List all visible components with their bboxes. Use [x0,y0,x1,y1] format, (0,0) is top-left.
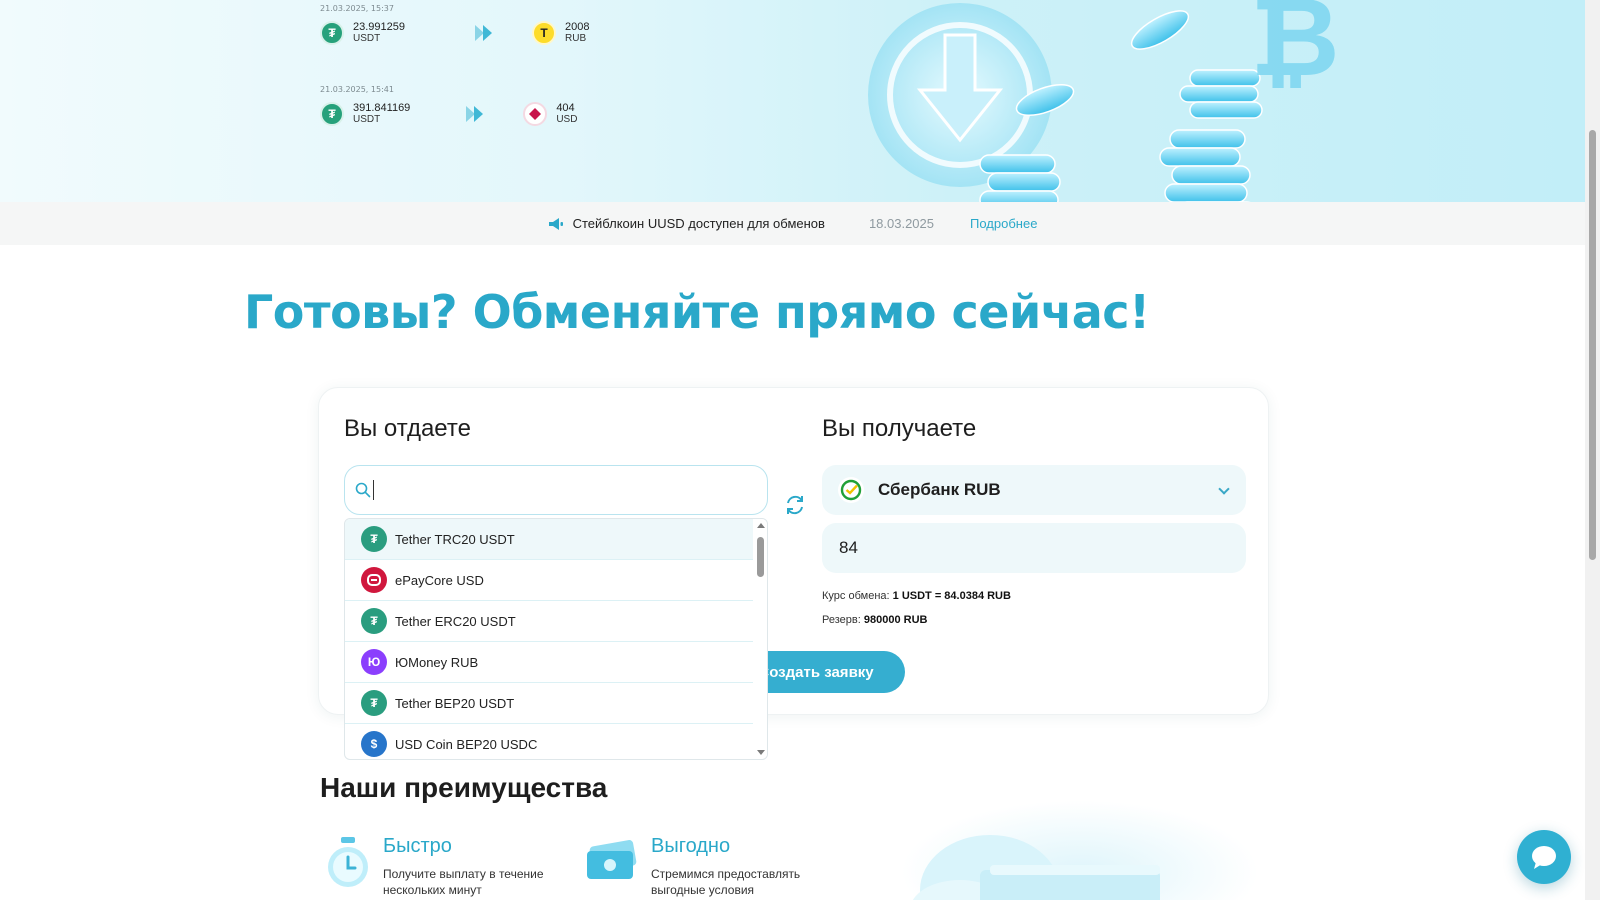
tether-icon: ₮ [320,102,344,126]
advantage-description: Стремимся предоставлять выгодные условия [651,867,801,897]
news-more-link[interactable]: Подробнее [970,216,1037,231]
chat-button[interactable] [1517,830,1571,884]
reserve: Резерв: 980000 RUB [822,614,927,626]
currency-option-label: ePayCore USD [395,572,484,588]
recent-transaction: 21.03.2025, 15:37 ₮ 23.991259 USDT T 200… [320,4,589,45]
currency-option-label: Tether TRC20 USDT [395,531,515,547]
exchange-rate: Курс обмена: 1 USDT = 84.0384 RUB [822,590,1011,602]
currency-search-field[interactable] [344,465,768,515]
reserve-value: 980000 RUB [863,614,928,626]
page-scrollbar[interactable] [1585,0,1600,900]
give-title: Вы отдаете [344,415,471,442]
text-caret [373,480,374,500]
epaycore-icon [361,567,387,593]
svg-text:₿: ₿ [1250,0,1340,101]
rate-value: 1 USDT = 84.0384 RUB [892,590,1011,602]
megaphone-icon [548,217,563,230]
scroll-thumb[interactable] [757,537,764,577]
tether-icon: ₮ [320,21,344,45]
receive-method-label: Сбербанк RUB [878,480,1001,499]
advantage-name: Быстро [383,835,452,857]
to-amount: 404 [556,102,575,114]
tether-icon: ₮ [361,608,387,634]
scroll-up-icon[interactable] [757,523,765,528]
currency-option[interactable]: ₮ Tether TRC20 USDT [345,519,755,560]
page-scroll-thumb[interactable] [1589,130,1596,560]
exchange-form: Вы отдаете Вы получаете ₮ Tether TRC20 U… [318,387,1269,760]
sberbank-icon [838,477,864,503]
news-text: Стейблкоин UUSD доступен для обменов [572,216,825,231]
arrow-right-icon [466,105,488,123]
to-currency: USD [556,114,578,125]
coins-illustration: ₿ [868,0,1340,202]
arrow-right-icon [475,24,497,42]
from-amount: 391.841169 [353,102,411,114]
currency-option[interactable]: ₮ Tether BEP20 USDT [345,683,755,724]
tether-icon: ₮ [361,526,387,552]
currency-option[interactable]: ePayCore USD [345,560,755,601]
currency-option[interactable]: ₮ Tether ERC20 USDT [345,601,755,642]
advantage-item: Выгодно Стремимся предоставлять выгодные… [583,835,826,898]
page-headline: Готовы? Обменяйте прямо сейчас! [244,285,1150,339]
currency-option[interactable]: $ USD Coin BEP20 USDC [345,724,755,759]
news-bar: Стейблкоин UUSD доступен для обменов 18.… [0,202,1585,245]
chat-bubble-icon [1532,846,1556,869]
to-currency: RUB [565,33,587,44]
reserve-label: Резерв: [822,614,861,626]
transaction-date: 21.03.2025, 15:41 [320,85,394,94]
receive-method-select[interactable]: Сбербанк RUB [822,465,1246,515]
currency-option-label: Tether ERC20 USDT [395,613,516,629]
currency-search-input[interactable] [380,481,760,499]
get-title: Вы получаете [822,415,977,442]
scroll-down-icon[interactable] [757,750,765,755]
hero-banner: 21.03.2025, 15:37 ₮ 23.991259 USDT T 200… [0,0,1585,202]
cloud-illustration [900,800,1260,900]
rate-label: Курс обмена: [822,590,890,602]
chevron-down-icon [1218,483,1230,495]
advantages-title: Наши преимущества [320,772,608,803]
currency-option-label: Tether BEP20 USDT [395,695,515,711]
from-amount: 23.991259 [353,21,405,33]
to-amount: 2008 [565,21,590,33]
recent-transaction: 21.03.2025, 15:41 ₮ 391.841169 USDT 404 … [320,85,577,126]
dropdown-scrollbar[interactable] [753,519,767,759]
usdc-icon: $ [361,731,387,757]
perfect-money-icon [523,102,548,126]
tether-icon: ₮ [361,690,387,716]
currency-dropdown[interactable]: ₮ Tether TRC20 USDT ePayCore USD ₮ Tethe… [344,518,768,760]
yoomoney-icon: Ю [361,649,387,675]
advantage-description: Получите выплату в течение нескольких ми… [383,867,544,897]
swap-icon[interactable] [784,494,806,516]
advantage-item: Быстро Получите выплату в течение нескол… [323,835,558,898]
receive-amount-input[interactable]: 84 [822,523,1246,573]
currency-option-label: ЮMoney RUB [395,654,479,670]
stopwatch-icon [328,837,368,887]
currency-option-label: USD Coin BEP20 USDC [395,736,538,752]
currency-option[interactable]: Ю ЮMoney RUB [345,642,755,683]
transaction-date: 21.03.2025, 15:37 [320,4,394,13]
search-icon [355,482,371,498]
currency-list: ₮ Tether TRC20 USDT ePayCore USD ₮ Tethe… [345,519,755,759]
from-currency: USDT [353,114,381,125]
news-date: 18.03.2025 [868,216,935,231]
advantage-name: Выгодно [651,835,731,857]
banknotes-icon [587,840,637,879]
tbank-icon: T [532,21,556,45]
from-currency: USDT [353,33,381,44]
